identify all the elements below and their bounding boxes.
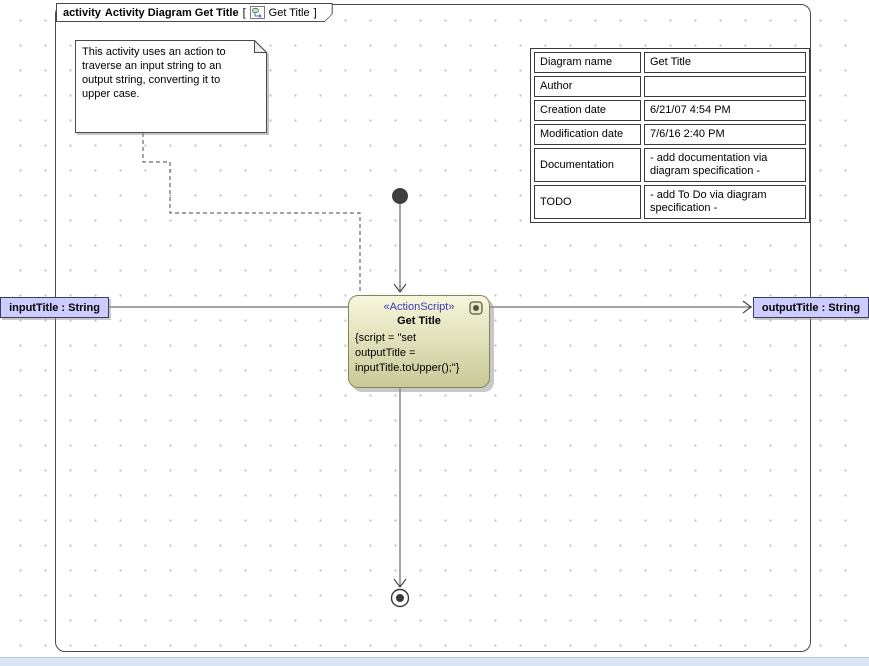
info-label-cell[interactable]: Author xyxy=(534,76,641,97)
info-value: - add documentation via diagram specific… xyxy=(650,152,767,177)
diagram-canvas[interactable]: This activity uses an action to traverse… xyxy=(0,0,869,666)
table-row: Author xyxy=(534,76,806,97)
info-value-cell[interactable]: Get Title xyxy=(644,52,806,73)
output-parameter-label: outputTitle : String xyxy=(762,302,860,314)
output-parameter-node[interactable]: outputTitle : String xyxy=(753,297,869,318)
info-value-cell[interactable]: 6/21/07 4:54 PM xyxy=(644,100,806,121)
documentation-note[interactable]: This activity uses an action to traverse… xyxy=(75,40,267,133)
info-label: Diagram name xyxy=(540,56,612,68)
note-text: This activity uses an action to traverse… xyxy=(82,45,251,101)
activity-diagram-icon xyxy=(250,6,265,19)
info-label-cell[interactable]: Diagram name xyxy=(534,52,641,73)
script-line: {script = "set xyxy=(355,331,483,346)
action-stereotype: «ActionScript» xyxy=(349,301,489,313)
frame-bracket-close: ] xyxy=(314,7,317,19)
frame-header-tab[interactable]: activity Activity Diagram Get Title [ Ge… xyxy=(56,3,333,22)
info-value: - add To Do via diagram specification - xyxy=(650,189,767,214)
action-script-icon xyxy=(469,301,483,315)
info-label: TODO xyxy=(540,196,572,208)
frame-content-name: Get Title xyxy=(269,7,310,19)
action-script-body: {script = "set outputTitle = inputTitle.… xyxy=(355,331,483,376)
info-label: Author xyxy=(540,80,572,92)
script-line: outputTitle = xyxy=(355,346,483,361)
info-label-cell[interactable]: TODO xyxy=(534,185,641,219)
info-label: Creation date xyxy=(540,104,606,116)
table-row: Modification date 7/6/16 2:40 PM xyxy=(534,124,806,145)
info-label-cell[interactable]: Creation date xyxy=(534,100,641,121)
frame-bracket-open: [ xyxy=(243,7,246,19)
info-label: Modification date xyxy=(540,128,623,140)
action-get-title[interactable]: «ActionScript» Get Title {script = "set … xyxy=(348,295,490,388)
info-value-cell[interactable]: - add documentation via diagram specific… xyxy=(644,148,806,182)
note-fold-corner xyxy=(255,41,267,53)
info-value: 7/6/16 2:40 PM xyxy=(650,128,725,140)
info-value: Get Title xyxy=(650,56,691,68)
frame-diagram-name: Activity Diagram Get Title xyxy=(105,7,239,19)
table-row: Diagram name Get Title xyxy=(534,52,806,73)
action-name: Get Title xyxy=(349,315,489,327)
input-parameter-label: inputTitle : String xyxy=(9,302,100,314)
frame-keyword: activity xyxy=(63,7,101,19)
table-row: TODO - add To Do via diagram specificati… xyxy=(534,185,806,219)
info-value-cell[interactable] xyxy=(644,76,806,97)
info-label-cell[interactable]: Modification date xyxy=(534,124,641,145)
info-value-cell[interactable]: - add To Do via diagram specification - xyxy=(644,185,806,219)
table-row: Documentation - add documentation via di… xyxy=(534,148,806,182)
info-value: 6/21/07 4:54 PM xyxy=(650,104,731,116)
diagram-info-table[interactable]: Diagram name Get Title Author Creation d… xyxy=(530,48,810,223)
script-line: inputTitle.toUpper();"} xyxy=(355,361,483,376)
info-value-cell[interactable]: 7/6/16 2:40 PM xyxy=(644,124,806,145)
info-label: Documentation xyxy=(540,159,614,171)
input-parameter-node[interactable]: inputTitle : String xyxy=(0,297,109,318)
info-label-cell[interactable]: Documentation xyxy=(534,148,641,182)
horizontal-scrollbar[interactable] xyxy=(0,657,869,666)
table-row: Creation date 6/21/07 4:54 PM xyxy=(534,100,806,121)
